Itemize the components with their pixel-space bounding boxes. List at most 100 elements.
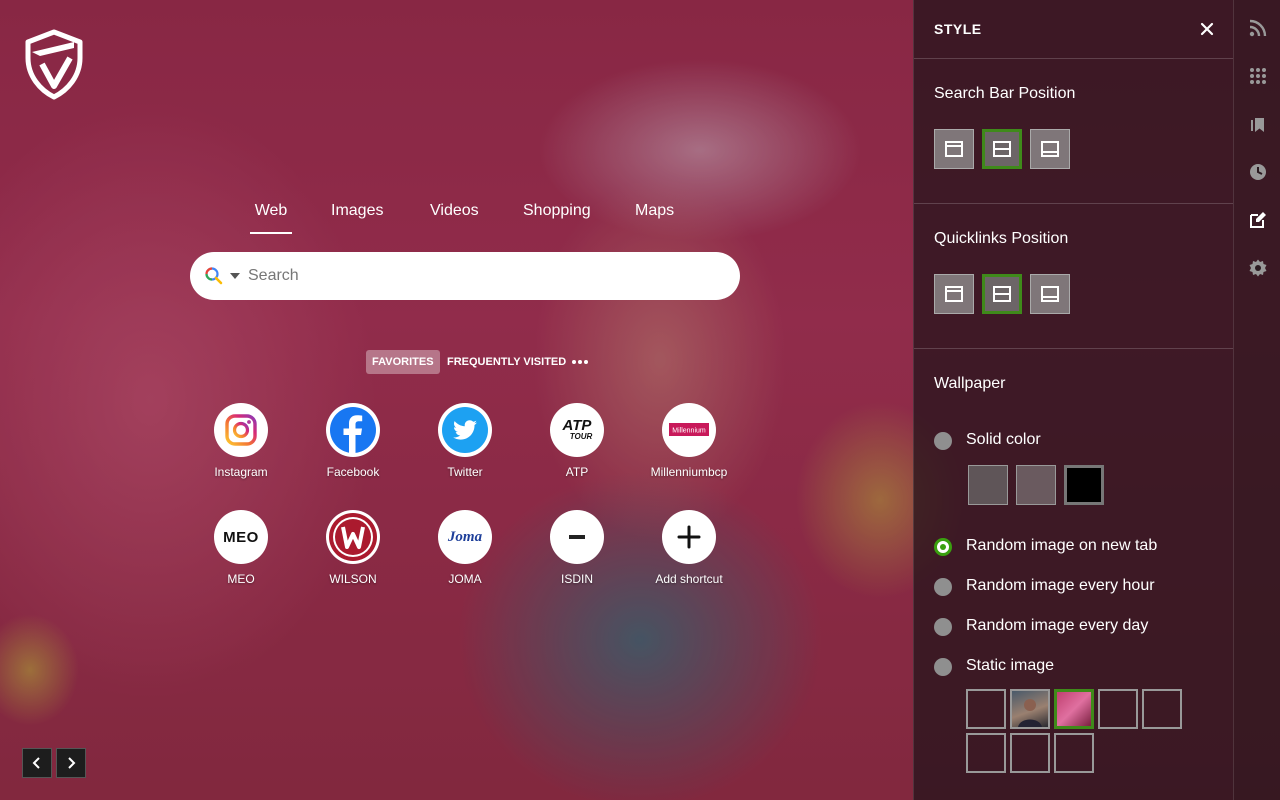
radio-button[interactable]: [934, 658, 952, 676]
close-icon[interactable]: [1198, 20, 1216, 38]
twitter-icon: [438, 403, 492, 457]
quicklink-instagram[interactable]: Instagram: [191, 403, 291, 493]
settings-gear-icon[interactable]: [1248, 258, 1268, 278]
panel-title: STYLE: [934, 21, 982, 37]
static-image-thumbnail[interactable]: [1098, 689, 1138, 729]
wallpaper-option-solid-color[interactable]: Solid color: [934, 429, 1134, 453]
search-icon: [205, 267, 240, 285]
quicklink-label: MEO: [227, 572, 255, 586]
add-shortcut-button[interactable]: Add shortcut: [639, 510, 739, 600]
millennium-logo-text: Millennium: [672, 428, 706, 435]
tab-videos[interactable]: Videos: [430, 196, 479, 234]
millenniumbcp-icon: Millennium: [662, 403, 716, 457]
solid-color-swatch[interactable]: [1016, 465, 1056, 505]
wallpaper-next-button[interactable]: [56, 748, 86, 778]
radio-button[interactable]: [934, 578, 952, 596]
joma-icon: Joma: [438, 510, 492, 564]
quicklink-label: Facebook: [326, 465, 380, 479]
radio-button[interactable]: [934, 432, 952, 450]
style-edit-icon[interactable]: [1248, 210, 1268, 230]
layout-middle-icon: [993, 141, 1011, 157]
instagram-icon: [214, 403, 268, 457]
quicklink-label: ATP: [565, 465, 589, 479]
search-input[interactable]: [248, 264, 718, 288]
quicklink-atp[interactable]: ATP TOUR ATP: [527, 403, 627, 493]
quicklink-twitter[interactable]: Twitter: [415, 403, 515, 493]
layout-middle-icon: [993, 286, 1011, 302]
isdin-icon: [550, 510, 604, 564]
rss-icon[interactable]: [1248, 18, 1268, 38]
quicklinks-position-heading: Quicklinks Position: [934, 230, 1069, 247]
tab-images[interactable]: Images: [331, 196, 383, 234]
search-bar-position-heading: Search Bar Position: [934, 85, 1076, 102]
quicklink-facebook[interactable]: Facebook: [303, 403, 403, 493]
radio-label: Random image every day: [966, 617, 1149, 634]
sidebar-rail: [1233, 0, 1280, 800]
history-icon[interactable]: [1248, 162, 1268, 182]
search-bar-position-bottom-button[interactable]: [1030, 129, 1070, 169]
search-bar-position-middle-button[interactable]: [982, 129, 1022, 169]
search-bar-position-top-button[interactable]: [934, 129, 974, 169]
chevron-left-icon: [32, 757, 40, 769]
quicklink-label: WILSON: [329, 572, 377, 586]
static-image-thumbnail[interactable]: [1054, 689, 1094, 729]
wallpaper-option-random-hour[interactable]: Random image every hour: [934, 575, 1194, 599]
quicklinks-position-bottom-button[interactable]: [1030, 274, 1070, 314]
tab-frequently-visited[interactable]: FREQUENTLY VISITED: [441, 350, 572, 374]
search-engine-selector[interactable]: [204, 266, 244, 286]
plus-icon: [662, 510, 716, 564]
static-image-thumbnail[interactable]: [1054, 733, 1094, 773]
quicklink-label: Millenniumbcp: [650, 465, 728, 479]
quicklink-label: JOMA: [448, 572, 482, 586]
wilson-icon: [326, 510, 380, 564]
static-image-thumbnail[interactable]: [966, 733, 1006, 773]
radio-label: Random image every hour: [966, 577, 1155, 594]
radio-label: Solid color: [966, 431, 1041, 448]
wallpaper-option-random-day[interactable]: Random image every day: [934, 615, 1194, 639]
atp-icon: ATP TOUR: [550, 403, 604, 457]
style-panel: STYLE Search Bar Position Quicklinks Pos…: [913, 0, 1233, 800]
chevron-down-icon: [230, 273, 240, 279]
tab-web[interactable]: Web: [250, 196, 292, 234]
layout-top-icon: [945, 141, 963, 157]
tab-favorites[interactable]: FAVORITES: [366, 350, 440, 374]
solid-color-swatch[interactable]: [968, 465, 1008, 505]
layout-bottom-icon: [1041, 286, 1059, 302]
quicklink-isdin[interactable]: ISDIN: [527, 510, 627, 600]
more-dots-icon[interactable]: [570, 350, 590, 374]
divider: [914, 348, 1233, 349]
meo-logo-text: MEO: [223, 529, 259, 546]
meo-icon: MEO: [214, 510, 268, 564]
static-image-thumbnail[interactable]: [1010, 689, 1050, 729]
divider: [914, 203, 1233, 204]
wallpaper-option-static-image[interactable]: Static image: [934, 655, 1194, 679]
quicklink-wilson[interactable]: WILSON: [303, 510, 403, 600]
quicklink-millenniumbcp[interactable]: Millennium Millenniumbcp: [639, 403, 739, 493]
chevron-right-icon: [68, 757, 76, 769]
static-image-thumbnail[interactable]: [1142, 689, 1182, 729]
quicklink-label: Twitter: [447, 465, 483, 479]
quicklink-label: Instagram: [214, 465, 268, 479]
static-image-thumbnail[interactable]: [966, 689, 1006, 729]
wallpaper-option-random-new-tab[interactable]: Random image on new tab: [934, 535, 1194, 559]
radio-button[interactable]: [934, 538, 952, 556]
quicklink-label: Add shortcut: [655, 572, 723, 586]
wallpaper-prev-button[interactable]: [22, 748, 52, 778]
quicklinks-position-middle-button[interactable]: [982, 274, 1022, 314]
tab-maps[interactable]: Maps: [635, 196, 674, 234]
radio-label: Static image: [966, 657, 1055, 674]
solid-color-swatch[interactable]: [1064, 465, 1104, 505]
browser-logo: [24, 28, 84, 100]
bookmarks-icon[interactable]: [1248, 114, 1268, 134]
wallpaper-heading: Wallpaper: [934, 375, 1006, 392]
quicklink-joma[interactable]: Joma JOMA: [415, 510, 515, 600]
search-bar: [190, 252, 740, 300]
static-image-thumbnail[interactable]: [1010, 733, 1050, 773]
quicklink-label: ISDIN: [560, 572, 593, 586]
radio-label: Random image on new tab: [966, 537, 1158, 554]
radio-button[interactable]: [934, 618, 952, 636]
tab-shopping[interactable]: Shopping: [523, 196, 591, 234]
quicklinks-position-top-button[interactable]: [934, 274, 974, 314]
quicklink-meo[interactable]: MEO MEO: [191, 510, 291, 600]
apps-grid-icon[interactable]: [1248, 66, 1268, 86]
